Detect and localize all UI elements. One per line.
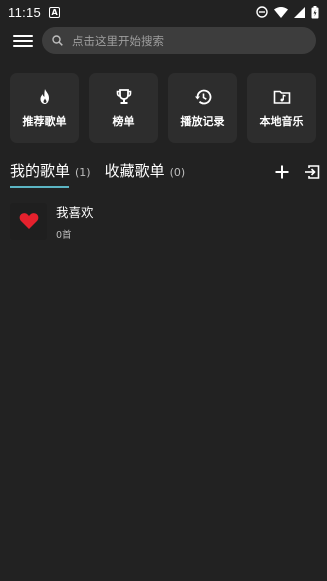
search-bar[interactable] [42, 27, 316, 54]
list-item[interactable]: 我喜欢 0首 [10, 198, 317, 244]
history-icon [194, 89, 211, 105]
card-charts[interactable]: 榜单 [89, 73, 158, 143]
menu-icon[interactable] [12, 32, 34, 50]
tab-label: 收藏歌单 [104, 162, 165, 180]
top-bar [0, 24, 327, 58]
status-bar: 11:15 A [0, 0, 327, 24]
card-label: 播放记录 [180, 115, 225, 128]
card-label: 榜单 [112, 115, 135, 128]
tab-my-playlists[interactable]: 我的歌单 (1) [10, 160, 91, 188]
search-input[interactable] [70, 32, 290, 49]
music-folder-icon [273, 90, 290, 104]
add-icon[interactable] [274, 164, 290, 180]
playlist-cover [10, 202, 47, 240]
tab-count: (1) [75, 166, 91, 179]
status-icons [256, 5, 319, 19]
card-label: 推荐歌单 [22, 115, 67, 128]
card-play-history[interactable]: 播放记录 [168, 73, 237, 143]
card-label: 本地音乐 [259, 115, 304, 128]
card-local-music[interactable]: 本地音乐 [247, 73, 316, 143]
heart-icon [19, 213, 38, 229]
app-notification-icon: A [49, 6, 61, 18]
tab-saved-playlists[interactable]: 收藏歌单 (0) [105, 160, 186, 188]
tab-actions [274, 160, 320, 184]
wifi-icon [274, 6, 288, 18]
import-icon[interactable] [304, 164, 320, 180]
trophy-icon [116, 89, 131, 104]
battery-icon [311, 5, 319, 18]
playlist-list: 我喜欢 0首 [10, 198, 317, 244]
tab-count: (0) [169, 166, 186, 179]
search-icon [52, 35, 63, 46]
status-time: 11:15 [8, 4, 42, 20]
signal-icon [294, 6, 305, 18]
quick-access-row: 推荐歌单 榜单 播放记录 本地音乐 [10, 73, 316, 143]
fire-icon [40, 89, 49, 104]
do-not-disturb-icon [256, 6, 268, 18]
playlist-text: 我喜欢 0首 [56, 202, 94, 241]
tab-label: 我的歌单 [10, 162, 71, 180]
playlist-track-count: 0首 [56, 229, 72, 241]
card-recommended-playlists[interactable]: 推荐歌单 [10, 73, 79, 143]
playlist-title: 我喜欢 [56, 204, 94, 220]
playlist-tabs: 我的歌单 (1) 收藏歌单 (0) [10, 160, 320, 190]
